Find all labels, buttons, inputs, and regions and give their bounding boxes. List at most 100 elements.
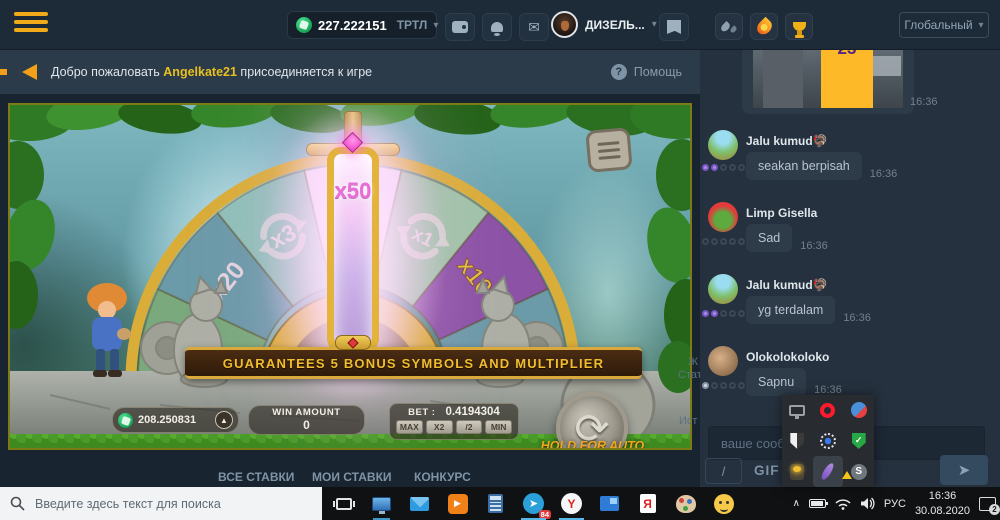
tray-defender-warning-icon[interactable] bbox=[782, 426, 813, 457]
telegram-button[interactable]: ➤ 84 bbox=[520, 490, 547, 517]
contest-button[interactable] bbox=[785, 13, 813, 40]
notification-badge: 2 bbox=[989, 504, 1000, 515]
hot-button[interactable] bbox=[750, 13, 778, 40]
bet-value: 0.4194304 bbox=[445, 406, 499, 418]
megaphone-icon bbox=[22, 64, 37, 80]
rain-button[interactable] bbox=[715, 13, 743, 40]
message-text: Sad bbox=[746, 224, 792, 252]
bet-half-button[interactable]: /2 bbox=[456, 420, 483, 434]
clipped-text: Стат bbox=[678, 369, 702, 381]
top-bar: 227.222151 ТРТЛ ▾ ✉ ДИЗЕЛЬ... ▾ Глобальн… bbox=[0, 0, 1000, 50]
search-icon bbox=[10, 496, 25, 511]
tray-expand-chevron[interactable]: ∧ bbox=[793, 498, 800, 509]
message-time: 16:36 bbox=[800, 240, 828, 252]
send-message-button[interactable]: ➤ bbox=[940, 455, 988, 485]
chevron-down-icon: ▾ bbox=[652, 19, 657, 30]
paint-button[interactable] bbox=[672, 490, 699, 517]
game-menu-button[interactable] bbox=[585, 127, 632, 173]
bet-panel: BET : 0.4194304 MAX X2 /2 MIN bbox=[389, 403, 519, 440]
mail-app-button[interactable] bbox=[406, 490, 433, 517]
tray-player-icon[interactable] bbox=[813, 426, 844, 457]
tray-feather-icon[interactable] bbox=[813, 456, 844, 487]
currency-selector[interactable]: ТРТЛ bbox=[397, 18, 428, 32]
avatar[interactable] bbox=[708, 202, 738, 232]
language-indicator[interactable]: РУС bbox=[884, 498, 906, 510]
notifications-button[interactable] bbox=[482, 13, 512, 41]
tab-all-bets[interactable]: ВСЕ СТАВКИ bbox=[218, 470, 294, 484]
trophy-icon bbox=[793, 22, 806, 31]
message-text: Sapnu bbox=[746, 368, 806, 396]
turkey-emoji: 🦃 bbox=[813, 278, 828, 292]
bell-icon bbox=[491, 22, 503, 32]
media-player-button[interactable]: ▶ bbox=[444, 490, 471, 517]
character bbox=[87, 283, 131, 377]
chat-room-label: Глобальный bbox=[904, 18, 972, 32]
gif-button[interactable]: GIF bbox=[754, 463, 780, 478]
user-level-dots bbox=[702, 382, 745, 389]
chat-room-selector[interactable]: Глобальный ▾ bbox=[899, 12, 989, 38]
notice-username[interactable]: Angelkate21 bbox=[163, 65, 237, 79]
chevron-down-icon: ▾ bbox=[433, 20, 438, 31]
basketball-photo[interactable]: LAKERS 23 bbox=[753, 50, 903, 108]
wallet-button[interactable] bbox=[445, 13, 475, 41]
tray-security-check-icon[interactable]: ✓ bbox=[843, 426, 874, 457]
clipped-text: Ж bbox=[688, 356, 698, 368]
mail-button[interactable]: ✉ bbox=[519, 13, 549, 41]
yandex-browser-button[interactable]: Y bbox=[558, 490, 585, 517]
user-level-dots bbox=[702, 310, 745, 317]
yandex-button[interactable]: Я bbox=[634, 490, 661, 517]
clipped-text: Ист bbox=[679, 415, 697, 427]
tray-monitor-icon[interactable] bbox=[782, 395, 813, 426]
bet-x2-button[interactable]: X2 bbox=[426, 420, 453, 434]
sword-frame: x50 bbox=[327, 147, 379, 357]
avatar[interactable] bbox=[708, 346, 738, 376]
photo-player: LAKERS 23 bbox=[821, 50, 873, 108]
clock[interactable]: 16:36 30.08.2020 bbox=[915, 489, 970, 518]
menu-hamburger-icon[interactable] bbox=[14, 12, 48, 38]
question-icon: ? bbox=[611, 64, 627, 80]
photos-button[interactable] bbox=[596, 490, 623, 517]
avatar[interactable] bbox=[708, 274, 738, 304]
calculator-button[interactable] bbox=[482, 490, 509, 517]
bet-min-button[interactable]: MIN bbox=[485, 420, 512, 434]
hold-for-auto-label: HOLD FOR AUTO bbox=[520, 439, 665, 450]
tray-keyboard-icon[interactable] bbox=[782, 456, 813, 487]
flame-icon bbox=[754, 16, 775, 37]
bet-max-button[interactable]: MAX bbox=[396, 420, 423, 434]
wallet-icon bbox=[452, 21, 468, 33]
icq-button[interactable] bbox=[710, 490, 737, 517]
user-menu[interactable]: ДИЗЕЛЬ... ▾ bbox=[551, 11, 657, 38]
avatar bbox=[551, 11, 578, 38]
tray-opera-icon[interactable] bbox=[813, 395, 844, 426]
taskbar-search-input[interactable] bbox=[35, 497, 305, 511]
balance-pill[interactable]: 227.222151 ТРТЛ ▾ bbox=[287, 11, 437, 39]
username: ДИЗЕЛЬ... bbox=[585, 18, 645, 32]
slash-command-button[interactable]: / bbox=[705, 458, 742, 484]
chevron-down-icon: ▾ bbox=[979, 20, 984, 31]
game-balance: 208.250831 bbox=[138, 414, 196, 426]
tab-contest[interactable]: КОНКУРС bbox=[414, 470, 471, 484]
tray-drive-icon[interactable] bbox=[843, 395, 874, 426]
task-view-button[interactable] bbox=[330, 490, 357, 517]
coin-icon bbox=[296, 17, 312, 33]
message-text: yg terdalam bbox=[746, 296, 835, 324]
message-time: 16:36 bbox=[843, 312, 871, 324]
tab-my-bets[interactable]: МОИ СТАВКИ bbox=[312, 470, 392, 484]
game-frame: x1 x20 x3 x1 x100 x20 bbox=[8, 103, 692, 450]
user-level-dots bbox=[702, 238, 745, 245]
help-button[interactable]: ? Помощь bbox=[611, 64, 682, 80]
file-explorer-button[interactable] bbox=[368, 490, 395, 517]
windows-taskbar: ▶ ➤ 84 Y Я ∧ РУС 16:36 30.08.2020 2 bbox=[0, 487, 1000, 520]
game-balance-panel: 208.250831 ▲ bbox=[112, 407, 239, 433]
wifi-icon[interactable] bbox=[835, 498, 851, 510]
avatar[interactable] bbox=[708, 130, 738, 160]
action-center-icon[interactable]: 2 bbox=[979, 497, 996, 511]
message-text: seakan berpisah bbox=[746, 152, 862, 180]
notice-text: Добро пожаловать Angelkate21 присоединяе… bbox=[51, 65, 372, 79]
coin-icon bbox=[118, 413, 133, 428]
balance-up-button[interactable]: ▲ bbox=[215, 411, 233, 429]
journal-button[interactable] bbox=[659, 13, 689, 41]
speaker-icon[interactable] bbox=[860, 497, 875, 510]
battery-icon[interactable] bbox=[809, 499, 826, 508]
taskbar-search[interactable] bbox=[0, 487, 322, 520]
